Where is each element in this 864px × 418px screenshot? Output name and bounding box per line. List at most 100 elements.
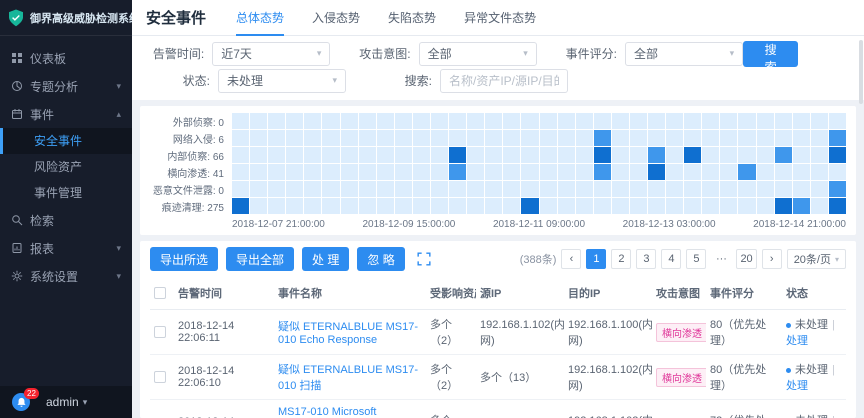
heatmap-cell (449, 113, 466, 129)
sidebar-item-settings[interactable]: 系统设置▾ (0, 262, 132, 290)
prev-page-button[interactable]: ‹ (561, 249, 581, 269)
heatmap-cell (431, 181, 448, 197)
heatmap-cell (757, 198, 774, 214)
column-header-score: 事件评分 (706, 277, 782, 310)
tab-abnormal-files[interactable]: 异常文件态势 (464, 0, 536, 36)
page-button-20[interactable]: 20 (736, 249, 756, 269)
heatmap-cell (702, 113, 719, 129)
sidebar-item-dashboard[interactable]: 仪表板 (0, 44, 132, 72)
event-name-link[interactable]: 疑似 ETERNALBLUE MS17-010 扫描 (278, 364, 418, 392)
heatmap-row-label: 内部侦察: 66 (150, 147, 232, 163)
alarm-time-select[interactable]: 近7天▾ (212, 42, 330, 66)
heatmap-cell (630, 164, 647, 180)
heatmap-cell (684, 198, 701, 214)
tab-overall[interactable]: 总体态势 (236, 0, 284, 36)
filter-row-1: 告警时间: 近7天▾ 攻击意图: 全部▾ 事件评分: 全部▾ 搜 索 (146, 40, 850, 67)
ignore-button[interactable]: 忽 略 (357, 247, 404, 271)
heatmap-cell (829, 130, 846, 146)
messages-button[interactable]: 22 (12, 393, 30, 411)
page-button-1[interactable]: 1 (586, 249, 606, 269)
status-dot (786, 323, 791, 328)
heatmap-cell (449, 147, 466, 163)
admin-menu[interactable]: admin ▾ (46, 395, 87, 409)
status-cell: 未处理|处理 (782, 355, 846, 400)
heatmap-cell (395, 113, 412, 129)
source-ip-cell: 多个（109） (476, 400, 564, 418)
row-checkbox[interactable] (154, 326, 166, 338)
heatmap-x-tick: 2018-12-13 03:00:00 (623, 219, 716, 230)
heatmap-cell (612, 164, 629, 180)
keyword-search-input[interactable] (440, 69, 568, 93)
heatmap-cell (829, 181, 846, 197)
select-all-checkbox[interactable] (154, 287, 166, 299)
heatmap-row-label: 外部侦察: 0 (150, 113, 232, 129)
process-link[interactable]: 处理 (786, 380, 808, 392)
heatmap-cell (793, 198, 810, 214)
search-button[interactable]: 搜 索 (743, 41, 798, 67)
heatmap-cell (793, 130, 810, 146)
event-name-link[interactable]: 疑似 ETERNALBLUE MS17-010 Echo Response (278, 321, 418, 346)
event-score-label: 事件评分: (559, 45, 617, 62)
heatmap-cell (341, 198, 358, 214)
sidebar-item-event-management[interactable]: 事件管理 (0, 180, 132, 206)
next-page-button[interactable]: › (762, 249, 782, 269)
heatmap-cell (757, 113, 774, 129)
heatmap-cell (431, 130, 448, 146)
heatmap-cell (359, 198, 376, 214)
heatmap-cell (612, 181, 629, 197)
scrollbar[interactable] (859, 40, 863, 104)
tab-compromise[interactable]: 失陷态势 (388, 0, 436, 36)
heatmap-cell (341, 181, 358, 197)
heatmap-cell (630, 147, 647, 163)
heatmap-cell (467, 113, 484, 129)
status-select[interactable]: 未处理▾ (218, 69, 346, 93)
heatmap-cell (286, 164, 303, 180)
page-size-select[interactable]: 20条/页▾ (787, 249, 846, 269)
heatmap-cell (359, 130, 376, 146)
event-score-select[interactable]: 全部▾ (625, 42, 743, 66)
page-button-5[interactable]: 5 (686, 249, 706, 269)
sidebar-item-reports[interactable]: 报表▾ (0, 234, 132, 262)
event-name-link[interactable]: MS17-010 Microsoft Windows SMB 远程命令注入检测 … (278, 406, 419, 418)
heatmap-cell (702, 164, 719, 180)
report-icon (11, 242, 23, 254)
heatmap-cell (377, 164, 394, 180)
sidebar-item-events[interactable]: 事件▴ (0, 100, 132, 128)
sidebar-item-analysis[interactable]: 专题分析▾ (0, 72, 132, 100)
dashboard-icon (11, 52, 23, 64)
tab-intrusion[interactable]: 入侵态势 (312, 0, 360, 36)
export-all-button[interactable]: 导出全部 (226, 247, 294, 271)
process-button[interactable]: 处 理 (302, 247, 349, 271)
heatmap-cell (793, 113, 810, 129)
heatmap-cell (250, 164, 267, 180)
table-toolbar: 导出所选导出全部处 理忽 略 (388条) ‹ 12345···20 › 20条… (150, 247, 846, 271)
process-link[interactable]: 处理 (786, 335, 808, 347)
heatmap-cell (485, 181, 502, 197)
heatmap-cell (720, 130, 737, 146)
heatmap-cell (558, 181, 575, 197)
heatmap-cell (521, 113, 538, 129)
heatmap-cell (467, 164, 484, 180)
heatmap-cell (540, 164, 557, 180)
heatmap-cell (449, 181, 466, 197)
row-checkbox[interactable] (154, 371, 166, 383)
attack-intent-tag: 横向渗透 (656, 323, 706, 342)
column-header-time: 告警时间 (174, 277, 274, 310)
page-button-3[interactable]: 3 (636, 249, 656, 269)
sidebar-item-risk-assets[interactable]: 风险资产 (0, 154, 132, 180)
heatmap-cell (540, 147, 557, 163)
fullscreen-icon[interactable] (417, 252, 431, 266)
page-button-4[interactable]: 4 (661, 249, 681, 269)
heatmap-cell (738, 198, 755, 214)
sidebar-item-search[interactable]: 检索 (0, 206, 132, 234)
page-button-2[interactable]: 2 (611, 249, 631, 269)
heatmap-cell (431, 164, 448, 180)
sidebar-item-security-events[interactable]: 安全事件 (0, 128, 132, 154)
heatmap-cell (503, 130, 520, 146)
heatmap-cell (775, 130, 792, 146)
attack-intent-select[interactable]: 全部▾ (419, 42, 537, 66)
heatmap-panel: 外部侦察: 0网络入侵: 6内部侦察: 66横向渗透: 41恶意文件泄露: 0痕… (140, 106, 856, 235)
export-selected-button[interactable]: 导出所选 (150, 247, 218, 271)
heatmap-cell (666, 198, 683, 214)
status-dot (786, 368, 791, 373)
